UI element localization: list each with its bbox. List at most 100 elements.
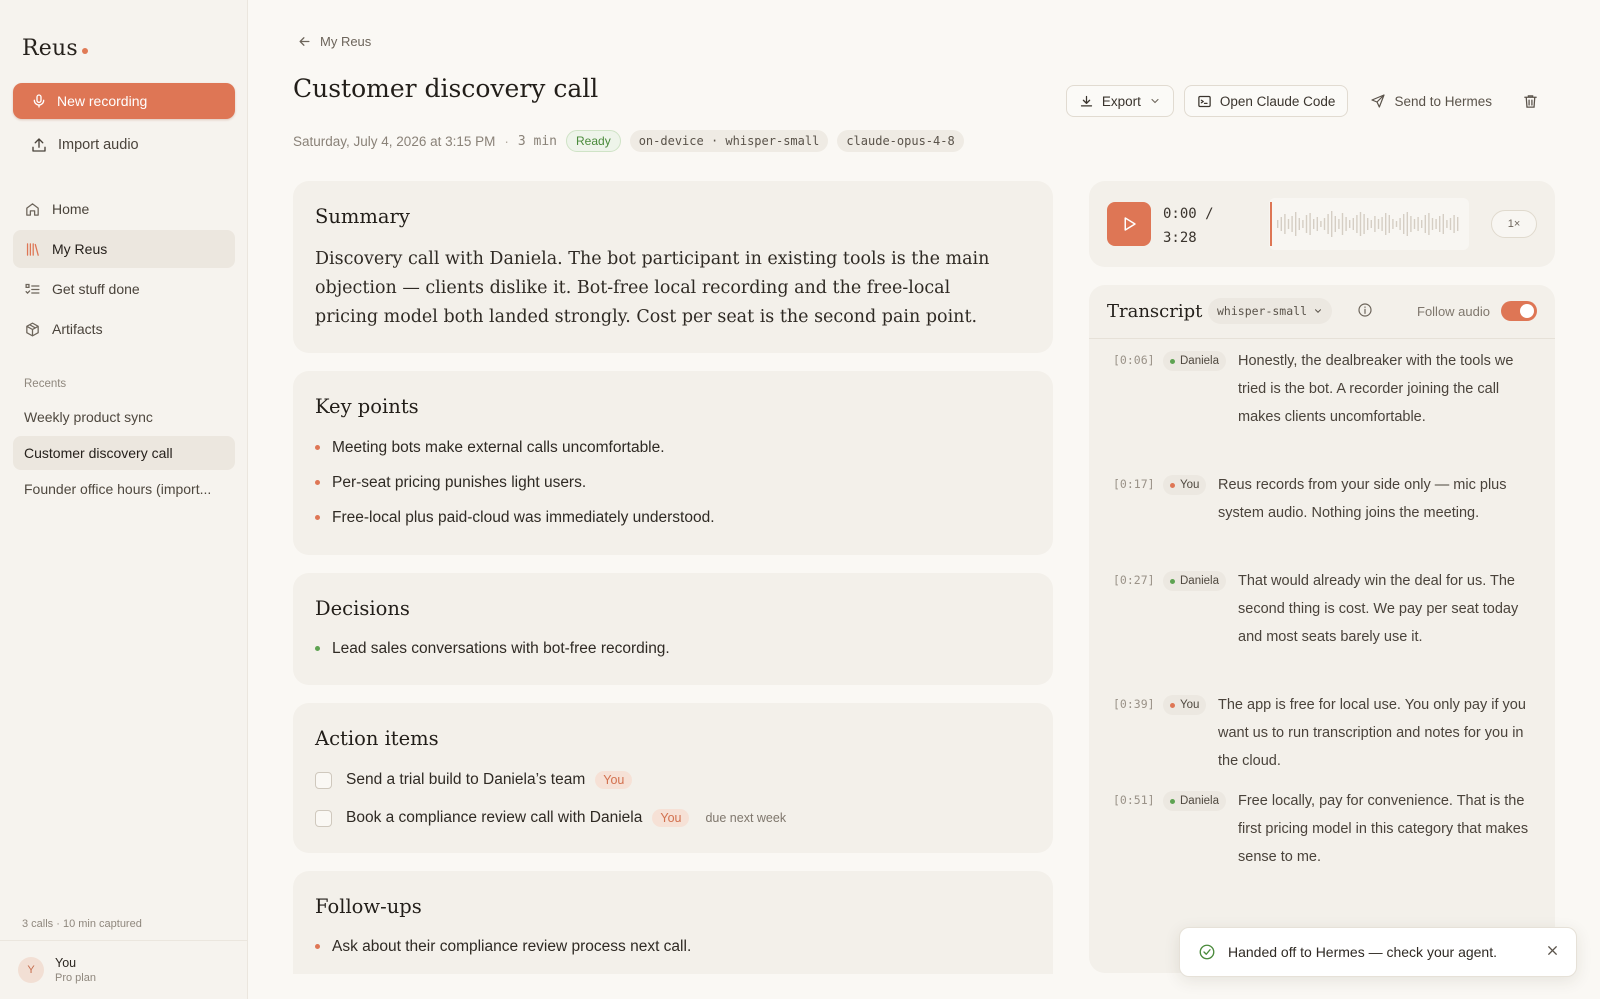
library-icon — [26, 242, 39, 256]
waveform-scrubber[interactable] — [1269, 198, 1469, 250]
recording-meta: Saturday, July 4, 2026 at 3:15 PM · 3 mi… — [293, 130, 964, 152]
user-profile[interactable]: Y You Pro plan — [0, 940, 247, 999]
waveform-bar — [1424, 215, 1426, 233]
sidebar-item-label: Get stuff done — [52, 281, 140, 297]
waveform-bar — [1331, 211, 1333, 237]
bullet — [315, 480, 320, 485]
transcript-segment[interactable]: [0:06] Daniela Honestly, the dealbreaker w… — [1113, 351, 1533, 463]
export-label: Export — [1101, 93, 1141, 109]
info-button[interactable] — [1357, 302, 1373, 323]
transcript-segment[interactable]: [0:39] You The app is free for local use. … — [1113, 695, 1533, 779]
app-logo[interactable]: Reus — [22, 36, 88, 61]
logo-dot — [81, 48, 88, 54]
import-audio-button[interactable]: Import audio — [13, 128, 235, 162]
playback-speed-button[interactable]: 1× — [1491, 210, 1537, 238]
waveform-bar — [1442, 214, 1444, 234]
sidebar-item-label: Artifacts — [52, 321, 103, 337]
waveform-bar — [1439, 216, 1441, 232]
playhead[interactable] — [1270, 202, 1272, 246]
speaker-dot — [1170, 358, 1175, 364]
waveform-bar — [1385, 213, 1387, 235]
sidebar-item-get-stuff-done[interactable]: Get stuff done — [13, 270, 235, 308]
sidebar-nav: Home My Reus Get stuff done Artifacts — [13, 190, 235, 350]
toast-message: Handed off to Hermes — check your agent. — [1228, 944, 1497, 960]
chevron-down-icon — [1315, 309, 1322, 313]
sidebar-item-home[interactable]: Home — [13, 190, 235, 228]
list-item-text: Meeting bots make external calls uncomfo… — [332, 438, 665, 456]
current-time: 0:00 / — [1163, 206, 1214, 222]
follow-audio-toggle[interactable] — [1501, 301, 1537, 321]
waveform-bar — [1392, 219, 1394, 229]
send-to-hermes-button[interactable]: Send to Hermes — [1358, 85, 1504, 117]
summary-heading: Summary — [315, 205, 410, 228]
waveform-bar — [1313, 219, 1315, 229]
sidebar: Reus New recording Import audio Home My … — [0, 0, 248, 999]
waveform-bar — [1453, 215, 1455, 233]
sidebar-item-my-reus[interactable]: My Reus — [13, 230, 235, 268]
open-claude-code-button[interactable]: Open Claude Code — [1183, 85, 1349, 117]
user-name: You — [55, 956, 77, 970]
sidebar-item-label: Home — [52, 201, 90, 217]
decisions-heading: Decisions — [315, 597, 410, 620]
engine-badge: on-device · whisper-small — [629, 130, 829, 152]
key-points-list: Meeting bots make external calls uncomfo… — [315, 430, 715, 535]
play-icon — [1124, 217, 1136, 231]
summary-text: Discovery call with Daniela. The bot par… — [315, 249, 990, 327]
waveform-bar — [1349, 220, 1351, 228]
transcript-segment[interactable]: [0:17] You Reus records from your side onl… — [1113, 475, 1533, 559]
chevron-down-icon — [1151, 98, 1159, 104]
waveform-bar — [1395, 221, 1398, 227]
recent-item-customer-discovery-call[interactable]: Customer discovery call — [13, 436, 235, 470]
back-link-label: My Reus — [320, 34, 372, 49]
export-button[interactable]: Export — [1065, 85, 1174, 117]
recent-item-founder-office-hours[interactable]: Founder office hours (import... — [13, 472, 235, 506]
close-icon[interactable] — [1545, 943, 1560, 958]
action-item-checkbox[interactable] — [315, 771, 332, 789]
summary-card: Summary Discovery call with Daniela. The… — [293, 181, 1053, 353]
speaker-name: Daniela — [1180, 575, 1219, 587]
delete-button[interactable] — [1514, 85, 1546, 117]
sidebar-item-label: My Reus — [52, 241, 108, 257]
back-link[interactable]: My Reus — [297, 34, 371, 49]
action-item-checkbox[interactable] — [315, 809, 332, 827]
speaker-name: Daniela — [1180, 795, 1219, 807]
app-logo-text: Reus — [22, 36, 78, 61]
waveform-bar — [1327, 214, 1329, 234]
list-item: Meeting bots make external calls uncomfo… — [315, 430, 715, 465]
waveform-bar — [1356, 215, 1358, 233]
transcript-segment[interactable]: [0:27] Daniela That would already win the … — [1113, 571, 1533, 683]
waveform-bar — [1363, 214, 1365, 234]
transcript-model-select[interactable]: whisper-small — [1208, 298, 1333, 324]
waveform — [1270, 202, 1459, 246]
key-points-card: Key points Meeting bots make external ca… — [293, 371, 1053, 555]
send-icon — [1371, 94, 1386, 108]
transcript-panel: Transcript whisper-small Follow audio [0… — [1089, 285, 1555, 973]
waveform-bar — [1399, 218, 1401, 230]
waveform-bar — [1295, 212, 1297, 236]
waveform-bar — [1388, 215, 1390, 233]
segment-timestamp[interactable]: [0:06] — [1113, 353, 1155, 367]
download-icon — [1080, 95, 1092, 106]
waveform-bar — [1370, 220, 1372, 228]
playback-time: 0:00 / 3:28 — [1163, 202, 1214, 250]
waveform-bar — [1374, 216, 1376, 232]
speaker-badge: You — [1163, 695, 1207, 715]
check-circle-icon — [1199, 944, 1215, 960]
waveform-bar — [1413, 219, 1416, 229]
sidebar-item-artifacts[interactable]: Artifacts — [13, 310, 235, 348]
segment-timestamp[interactable]: [0:27] — [1113, 573, 1155, 587]
recent-item-weekly-product-sync[interactable]: Weekly product sync — [13, 400, 235, 434]
speaker-name: Daniela — [1180, 355, 1219, 367]
new-recording-button[interactable]: New recording — [13, 83, 235, 119]
segment-timestamp[interactable]: [0:17] — [1113, 477, 1155, 491]
transcript-segment[interactable]: [0:51] Daniela Free locally, pay for conve… — [1113, 791, 1533, 875]
segment-timestamp[interactable]: [0:39] — [1113, 697, 1155, 711]
speaker-badge: Daniela — [1163, 571, 1226, 591]
waveform-bar — [1291, 216, 1293, 232]
recording-duration: 3 min — [517, 133, 558, 149]
play-button[interactable] — [1107, 202, 1151, 246]
waveform-bar — [1277, 220, 1279, 228]
segment-timestamp[interactable]: [0:51] — [1113, 793, 1155, 807]
waveform-bar — [1309, 213, 1311, 235]
follow-ups-card: Follow-ups Ask about their compliance re… — [293, 871, 1053, 974]
